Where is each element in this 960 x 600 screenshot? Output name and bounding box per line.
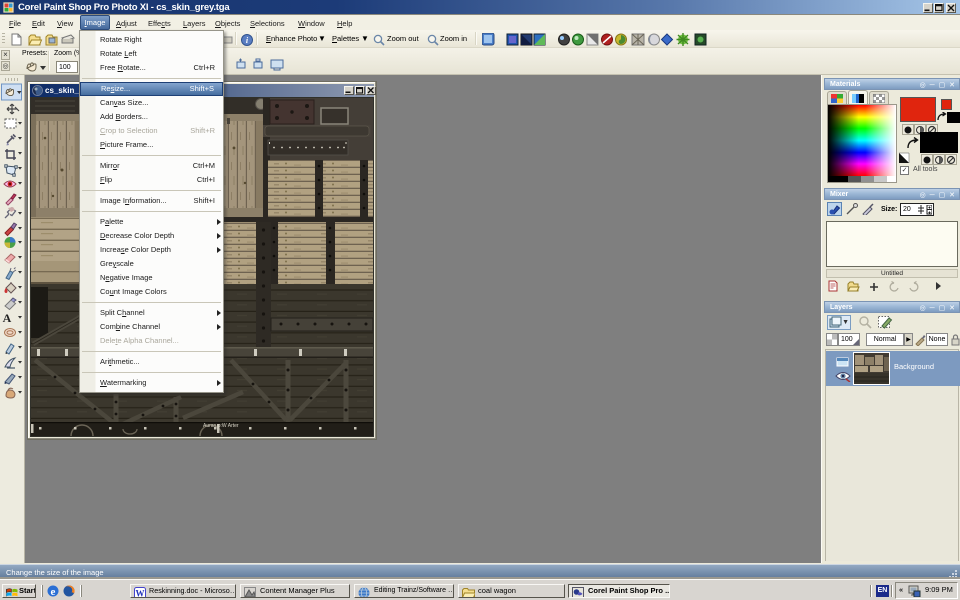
- svg-text:e: e: [51, 586, 56, 598]
- svg-text:A: A: [3, 311, 12, 325]
- svg-text:W: W: [136, 589, 145, 599]
- svg-text:Auran p:W Arter: Auran p:W Arter: [203, 423, 239, 429]
